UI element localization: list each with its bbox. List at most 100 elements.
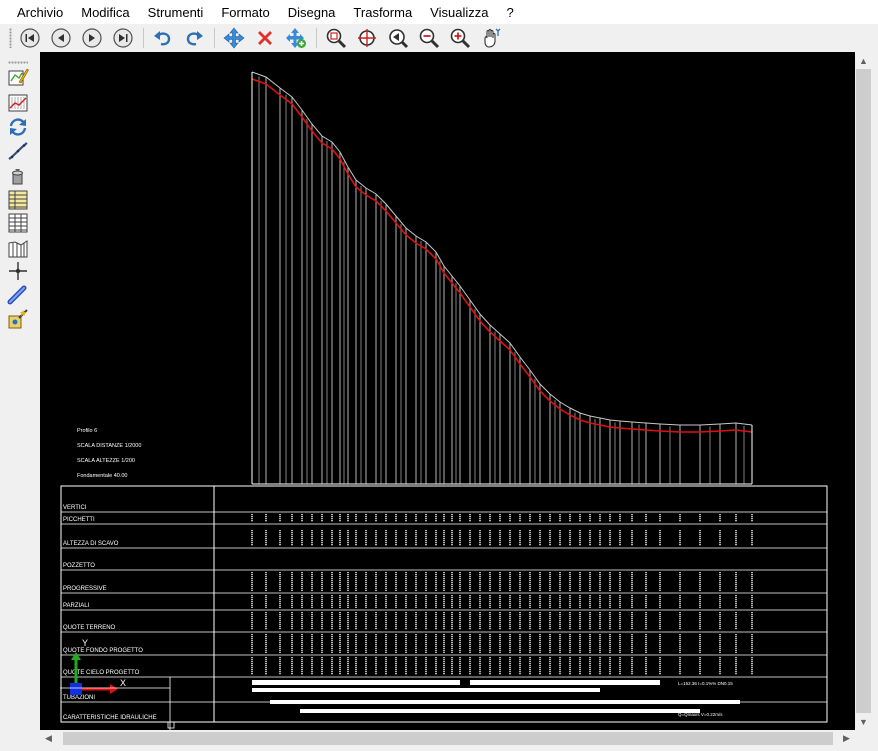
menu-strumenti[interactable]: Strumenti	[139, 0, 213, 24]
crosshair-icon	[9, 262, 27, 280]
menu-help[interactable]: ?	[497, 0, 522, 24]
scroll-right-arrow[interactable]: ▶	[838, 730, 855, 747]
data-table-row-label: CARATTERISTICHE IDRAULICHE	[63, 715, 157, 721]
data-table-row-label: PARZIALI	[63, 603, 90, 609]
profile-info-text: SCALA DISTANZE 1/2000	[77, 443, 141, 449]
zoom-in-button[interactable]	[447, 25, 473, 51]
pipe-slope-button[interactable]	[7, 140, 29, 162]
pipe-slope-icon	[8, 142, 28, 160]
zoom-window-icon	[358, 29, 376, 47]
pipe-label: L=152.36 I=0.1%% DN0.15	[678, 681, 733, 686]
pipe-label: Q=Qmax/s V=0.22m/s	[678, 712, 723, 717]
menu-disegna[interactable]: Disegna	[279, 0, 345, 24]
settings-wand-button[interactable]	[7, 308, 29, 330]
data-table-row-label: VERTICI	[63, 505, 87, 511]
first-page-icon	[20, 28, 40, 48]
main-toolbar	[0, 24, 878, 52]
menu-bar: Archivio Modifica Strumenti Formato Disegna T…	[0, 0, 878, 24]
menu-visualizza[interactable]: Visualizza	[421, 0, 497, 24]
horizontal-scroll-thumb[interactable]	[63, 732, 833, 745]
first-page-button[interactable]	[17, 25, 43, 51]
pan-button[interactable]	[478, 25, 504, 51]
scroll-up-arrow[interactable]: ▲	[855, 52, 872, 69]
zoom-in-icon	[450, 28, 471, 49]
data-table-row-label: ALTEZZA DI SCAVO	[63, 541, 119, 547]
next-page-icon	[82, 28, 102, 48]
profile-chart-button[interactable]	[7, 92, 29, 114]
toolbar-separator	[143, 28, 144, 48]
left-toolbar-grip[interactable]	[8, 61, 28, 64]
add-move-icon	[286, 28, 306, 48]
pipe-bar	[270, 700, 740, 704]
menu-modifica[interactable]: Modifica	[72, 0, 138, 24]
settings-wand-icon	[8, 309, 28, 329]
zoom-out-icon	[419, 28, 440, 49]
delete-icon	[258, 31, 272, 45]
delete-button[interactable]	[252, 25, 278, 51]
undo-button[interactable]	[150, 25, 176, 51]
toolbar-separator	[316, 28, 317, 48]
drawing-canvas[interactable]: Profilo 6 SCALA DISTANZE 1/2000 SCALA ALTE…	[40, 52, 855, 730]
zoom-previous-button[interactable]	[385, 25, 411, 51]
pipe-button[interactable]	[7, 284, 29, 306]
menu-formato[interactable]: Formato	[212, 0, 278, 24]
redo-icon	[186, 31, 203, 46]
scroll-left-arrow[interactable]: ◀	[40, 730, 57, 747]
left-toolbar	[0, 52, 38, 751]
profile-info-text: Profilo 6	[77, 428, 97, 434]
manhole-icon	[12, 169, 23, 185]
data-table-row-label: POZZETTO	[63, 563, 95, 569]
table-icon	[8, 190, 28, 210]
ucs-x-label: X	[120, 678, 126, 688]
add-move-button[interactable]	[283, 25, 309, 51]
redo-button[interactable]	[181, 25, 207, 51]
zoom-out-button[interactable]	[416, 25, 442, 51]
previous-page-button[interactable]	[48, 25, 74, 51]
move-icon	[223, 27, 245, 49]
zoom-previous-icon	[389, 29, 409, 49]
zoom-extents-icon	[326, 28, 347, 49]
section-button[interactable]	[7, 237, 29, 259]
data-table-row-label: QUOTE CIELO PROGETTO	[63, 670, 140, 676]
move-button[interactable]	[221, 25, 247, 51]
ucs-x-arrow	[110, 684, 118, 694]
data-table-row-label: QUOTE TERRENO	[63, 625, 116, 631]
table-button[interactable]	[7, 189, 29, 211]
zoom-extents-button[interactable]	[323, 25, 349, 51]
crosshair-button[interactable]	[7, 260, 29, 282]
grid-table-icon	[8, 213, 28, 233]
data-table-row-label: TUBAZIONI	[63, 695, 95, 701]
last-page-button[interactable]	[110, 25, 136, 51]
refresh-button[interactable]	[7, 116, 29, 138]
refresh-icon	[9, 118, 27, 136]
profile-info-text: SCALA ALTEZZE 1/200	[77, 458, 135, 464]
next-page-button[interactable]	[79, 25, 105, 51]
ucs-origin	[70, 683, 82, 695]
pipe-bar	[300, 709, 700, 713]
data-table-row-label: PROGRESSIVE	[63, 586, 107, 592]
pipe-bar	[470, 680, 660, 685]
data-table-row-label: PICCHETTI	[63, 517, 95, 523]
pan-icon	[484, 28, 501, 48]
last-page-icon	[113, 28, 133, 48]
cursor-pickbox	[167, 721, 175, 729]
scroll-down-arrow[interactable]: ▼	[855, 713, 872, 730]
undo-icon	[154, 31, 171, 46]
edit-profile-button[interactable]	[7, 66, 29, 88]
horizontal-scrollbar[interactable]: ◀ ▶	[40, 730, 855, 747]
edit-profile-icon	[8, 68, 29, 86]
profile-drawing: Profilo 6 SCALA DISTANZE 1/2000 SCALA ALTE…	[60, 71, 828, 730]
manhole-button[interactable]	[7, 165, 29, 187]
vertical-scrollbar[interactable]: ▲ ▼	[855, 52, 872, 730]
menu-archivio[interactable]: Archivio	[0, 0, 72, 24]
zoom-window-button[interactable]	[354, 25, 380, 51]
previous-page-icon	[51, 28, 71, 48]
vertical-scroll-thumb[interactable]	[856, 69, 871, 713]
profile-info-text: Fondamentale 40.00	[77, 473, 127, 479]
pipe-icon	[7, 285, 27, 305]
menu-trasforma[interactable]: Trasforma	[344, 0, 421, 24]
pipe-bar	[252, 680, 460, 685]
grid-table-button[interactable]	[7, 212, 29, 234]
toolbar-grip[interactable]	[9, 28, 12, 48]
section-icon	[8, 240, 28, 258]
